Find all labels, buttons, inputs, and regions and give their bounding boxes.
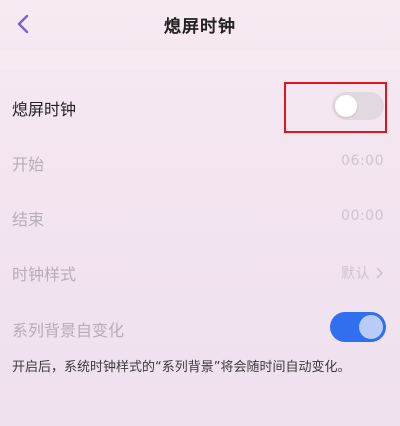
series-background-description: 开启后，系统时钟样式的“系列背景”将会随时间自动变化。 — [12, 360, 351, 375]
series-background-label: 系列背景自变化 — [12, 321, 125, 340]
end-time-label: 结束 — [12, 210, 45, 229]
section-divider — [0, 50, 400, 70]
chevron-right-icon — [376, 267, 383, 279]
clock-style-value: 默认 — [341, 263, 384, 283]
series-background-toggle[interactable] — [330, 312, 386, 342]
page-title: 熄屏时钟 — [164, 17, 236, 37]
end-time-value: 00:00 — [341, 208, 384, 224]
row-start-time: 开始 06:00 — [0, 137, 400, 187]
row-clock-style: 时钟样式 默认 — [0, 247, 400, 297]
start-time-value: 06:00 — [341, 153, 384, 169]
row-series-background: 系列背景自变化 — [0, 303, 400, 353]
clock-style-value-text: 默认 — [341, 266, 370, 282]
row-end-time: 结束 00:00 — [0, 192, 400, 242]
clock-style-label: 时钟样式 — [12, 265, 77, 284]
highlight-annotation-box — [284, 82, 387, 133]
toggle-knob — [359, 315, 383, 339]
screen-off-clock-label: 熄屏时钟 — [12, 100, 77, 119]
header-bar: 熄屏时钟 — [0, 0, 400, 50]
start-time-label: 开始 — [12, 155, 45, 174]
